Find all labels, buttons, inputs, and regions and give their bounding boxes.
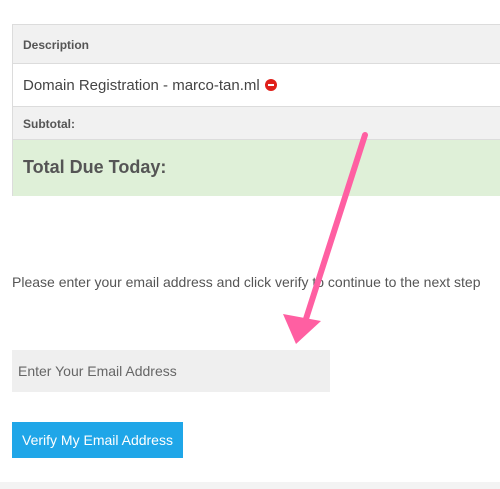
order-item-label: Domain Registration - marco-tan.ml xyxy=(23,77,260,94)
order-summary-table: Description Domain Registration - marco-… xyxy=(12,24,500,196)
verify-email-button[interactable]: Verify My Email Address xyxy=(12,422,183,458)
total-due-row: Total Due Today: xyxy=(13,140,500,196)
subtotal-row: Subtotal: xyxy=(13,107,500,140)
email-field[interactable] xyxy=(12,350,330,392)
remove-icon[interactable] xyxy=(264,79,277,91)
subtotal-label: Subtotal: xyxy=(23,117,75,131)
verify-instruction-text: Please enter your email address and clic… xyxy=(12,274,481,290)
total-due-label: Total Due Today: xyxy=(23,157,167,177)
footer-divider xyxy=(0,482,500,489)
order-item-row: Domain Registration - marco-tan.ml xyxy=(13,64,500,107)
description-header-row: Description xyxy=(13,25,500,64)
order-item: Domain Registration - marco-tan.ml xyxy=(23,77,277,94)
description-header: Description xyxy=(23,38,90,52)
